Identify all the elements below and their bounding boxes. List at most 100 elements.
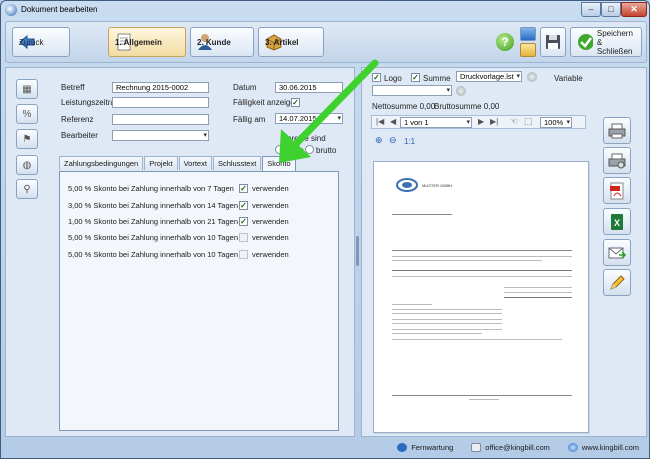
last-page-icon[interactable]: ▶| (490, 117, 498, 126)
close-button[interactable]: ✕ (621, 2, 647, 17)
tab-artikel-label: 3. Artikel (265, 37, 299, 47)
email-link[interactable]: office@kingbill.com (471, 443, 550, 452)
nettosumme-label: Nettosumme 0,00 (372, 102, 436, 111)
skonto-row-text: 5,00 % Skonto bei Zahlung innerhalb von … (68, 250, 238, 259)
skonto-row-text: 3,00 % Skonto bei Zahlung innerhalb von … (68, 201, 238, 210)
logo-checkbox[interactable]: ✓ (372, 73, 381, 82)
datum-label: Datum (233, 83, 257, 92)
pencil-icon (610, 274, 625, 290)
skonto-row-checkbox[interactable]: ✓ (239, 184, 248, 193)
tab-allgemein-label: 1. Allgemein (115, 37, 162, 47)
sidebar-signpost-icon[interactable]: ⚑ (16, 129, 38, 149)
summe-checkbox[interactable]: ✓ (411, 73, 420, 82)
chevron-down-icon: ▾ (337, 115, 341, 122)
help-icon[interactable]: ? (496, 33, 514, 51)
save-close-button[interactable]: Speichern & Schließen (570, 27, 642, 57)
back-button[interactable]: Zurück (12, 27, 70, 57)
sidebar-globe-icon[interactable]: ◍ (16, 155, 38, 175)
referenz-field[interactable] (112, 114, 209, 125)
skonto-row-text: 1,00 % Skonto bei Zahlung innerhalb von … (68, 217, 238, 226)
skonto-row-label: verwenden (252, 217, 289, 226)
template-value: Druckvorlage.lst (460, 72, 514, 81)
tab-skonto[interactable]: Skonto (262, 156, 296, 171)
template-select[interactable]: Druckvorlage.lst ▾ (456, 71, 522, 82)
floppy-icon (546, 35, 560, 49)
edit-button[interactable] (603, 269, 631, 296)
tab-zahlungsbedingungen[interactable]: Zahlungsbedingungen (59, 156, 144, 170)
folder-icon[interactable] (520, 43, 536, 57)
page-value: 1 von 1 (404, 118, 429, 127)
leistungszeitraum-field[interactable] (112, 97, 209, 108)
tab-vortext[interactable]: Vortext (178, 156, 212, 170)
sidebar-search-icon[interactable]: ⚲ (16, 179, 38, 199)
betreff-label: Betreff (61, 83, 85, 92)
datum-field[interactable]: 30.06.2015 (275, 82, 343, 93)
company-name: MUSTER GMBH (422, 183, 452, 188)
betreff-field[interactable]: Rechnung 2015-0002 (112, 82, 209, 93)
screen-icon[interactable] (520, 27, 536, 41)
tab-allgemein[interactable]: 1. Allgemein (108, 27, 186, 57)
zoom-out-icon[interactable]: ⊖ (389, 135, 397, 146)
pdf-export-button[interactable] (603, 177, 631, 204)
tab-kunde[interactable]: 2. Kunde (190, 27, 254, 57)
skonto-row-checkbox[interactable]: ✓ (239, 217, 248, 226)
sidebar-document-icon[interactable]: ▦ (16, 79, 38, 99)
app-icon (5, 4, 17, 16)
skonto-row-checkbox[interactable] (239, 250, 248, 259)
faellig-am-field[interactable]: 14.07.2015 ▾ (275, 113, 343, 124)
summe-label: Summe (423, 74, 451, 83)
email-send-icon (608, 247, 626, 259)
bearbeiter-select[interactable]: ▾ (112, 130, 209, 141)
faelligkeit-checkbox[interactable]: ✓ (291, 98, 300, 107)
select-region-icon[interactable]: ⬚ (524, 116, 533, 127)
brutto-radio[interactable] (305, 145, 314, 154)
panel-splitter[interactable] (356, 236, 359, 266)
brutto-label: brutto (316, 146, 337, 155)
save-close-label-2: & Schließen (596, 37, 633, 56)
bruttosumme-label: Bruttosumme 0,00 (434, 102, 500, 111)
print-setup-button[interactable] (603, 147, 631, 174)
skonto-row-label: verwenden (252, 201, 289, 210)
title-bar: Dokument bearbeiten – □ ✕ (1, 1, 649, 19)
zoom-ratio-label[interactable]: 1:1 (404, 137, 415, 146)
gear-icon[interactable] (456, 86, 466, 96)
excel-export-button[interactable]: X (603, 208, 631, 235)
save-button[interactable] (540, 27, 566, 57)
chevron-down-icon: ▾ (203, 132, 207, 139)
back-label: Zurück (19, 37, 44, 47)
web-label: www.kingbill.com (581, 443, 639, 452)
page-select[interactable]: 1 von 1 ▾ (400, 117, 472, 128)
checkmark-icon (578, 34, 593, 50)
printer-settings-icon (608, 153, 626, 168)
maximize-button[interactable]: □ (601, 2, 621, 17)
skonto-row-text: 5,00 % Skonto bei Zahlung innerhalb von … (68, 233, 238, 242)
tab-projekt[interactable]: Projekt (144, 156, 178, 170)
zoom-in-icon[interactable]: ⊕ (375, 135, 383, 146)
sidebar-percent-icon[interactable]: % (16, 104, 38, 124)
hand-icon[interactable]: ☜ (510, 116, 518, 127)
web-link[interactable]: www.kingbill.com (567, 443, 639, 452)
skonto-row-checkbox[interactable] (239, 233, 248, 242)
skonto-tab-content: 5,00 % Skonto bei Zahlung innerhalb von … (59, 171, 339, 431)
print-button[interactable] (603, 117, 631, 144)
status-bar: Fernwartung office@kingbill.com www.king… (5, 439, 647, 456)
company-logo-icon (396, 178, 418, 192)
prev-page-icon[interactable]: ◀ (390, 117, 396, 126)
fernwartung-link[interactable]: Fernwartung (397, 443, 453, 452)
zoom-select[interactable]: 100% ▾ (540, 117, 572, 128)
gear-icon[interactable] (527, 72, 537, 82)
tab-schlusstext[interactable]: Schlusstext (212, 156, 262, 170)
first-page-icon[interactable]: |◀ (376, 117, 384, 126)
variable-select[interactable]: ▾ (372, 85, 452, 96)
next-page-icon[interactable]: ▶ (478, 117, 484, 126)
minimize-button[interactable]: – (581, 2, 601, 17)
netto-label: netto (286, 146, 304, 155)
skonto-row-checkbox[interactable]: ✓ (239, 201, 248, 210)
zoom-value: 100% (544, 118, 564, 127)
netto-radio[interactable] (275, 145, 284, 154)
bearbeiter-label: Bearbeiter (61, 131, 98, 140)
email-button[interactable] (603, 239, 631, 266)
pdf-icon (610, 182, 624, 199)
tab-artikel[interactable]: 3. Artikel (258, 27, 324, 57)
remote-support-icon (397, 443, 408, 452)
